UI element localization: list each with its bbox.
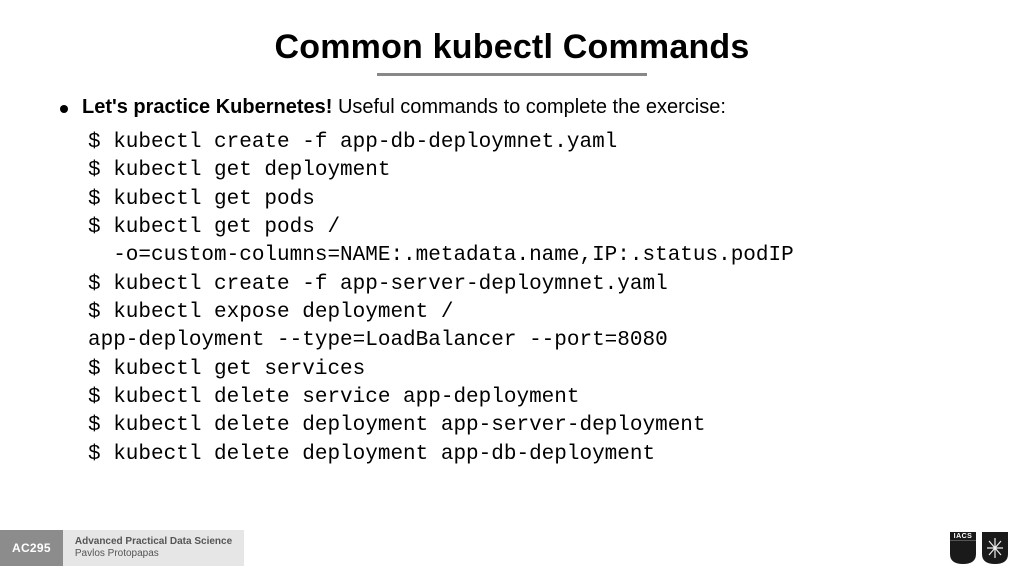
course-info: Advanced Practical Data Science Pavlos P… <box>63 530 244 566</box>
iacs-shield-icon: IACS <box>950 532 976 564</box>
slide-title: Common kubectl Commands <box>48 28 976 67</box>
course-author: Pavlos Protopapas <box>75 548 232 561</box>
lead-strong: Let's practice Kubernetes! <box>82 96 332 118</box>
course-code-badge: AC295 <box>0 530 63 566</box>
slide: Common kubectl Commands Let's practice K… <box>0 0 1024 576</box>
code-block: $ kubectl create -f app-db-deploymnet.ya… <box>88 129 976 469</box>
bullet-dot-icon <box>60 105 68 113</box>
footer-bar: AC295 Advanced Practical Data Science Pa… <box>0 530 1024 566</box>
course-name: Advanced Practical Data Science <box>75 536 232 549</box>
lead-text: Let's practice Kubernetes! Useful comman… <box>82 96 726 119</box>
footer-logos: IACS <box>950 530 1024 566</box>
harvard-shield-icon <box>982 532 1008 564</box>
lead-bullet: Let's practice Kubernetes! Useful comman… <box>60 96 976 119</box>
title-underline <box>377 73 647 76</box>
iacs-shield-label: IACS <box>950 533 976 540</box>
lead-rest: Useful commands to complete the exercise… <box>332 96 726 118</box>
